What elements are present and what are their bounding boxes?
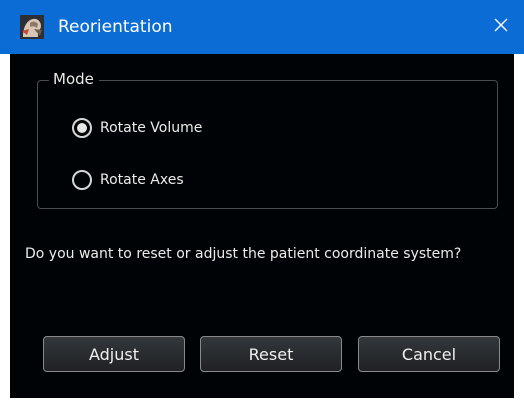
reorientation-dialog: Reorientation Mode Rotate Volume Rotate … (0, 0, 524, 406)
rotate-axes-radio[interactable]: Rotate Axes (72, 170, 184, 190)
cancel-button[interactable]: Cancel (358, 336, 500, 372)
title-bar[interactable]: Reorientation (0, 0, 524, 54)
adjust-button[interactable]: Adjust (43, 336, 185, 372)
close-icon (493, 17, 509, 37)
dialog-body: Mode Rotate Volume Rotate Axes Do you wa… (10, 54, 514, 398)
rotate-volume-radio[interactable]: Rotate Volume (72, 118, 202, 138)
reset-button[interactable]: Reset (200, 336, 342, 372)
reset-question-text: Do you want to reset or adjust the patie… (25, 246, 462, 262)
rotate-axes-label: Rotate Axes (100, 172, 184, 188)
radio-selected-icon (72, 118, 92, 138)
rotate-volume-label: Rotate Volume (100, 120, 203, 136)
mode-group-label: Mode (49, 69, 99, 89)
window-title: Reorientation (58, 17, 173, 37)
patient-head-icon (20, 15, 44, 39)
radio-unselected-icon (72, 170, 92, 190)
close-button[interactable] (478, 0, 524, 54)
